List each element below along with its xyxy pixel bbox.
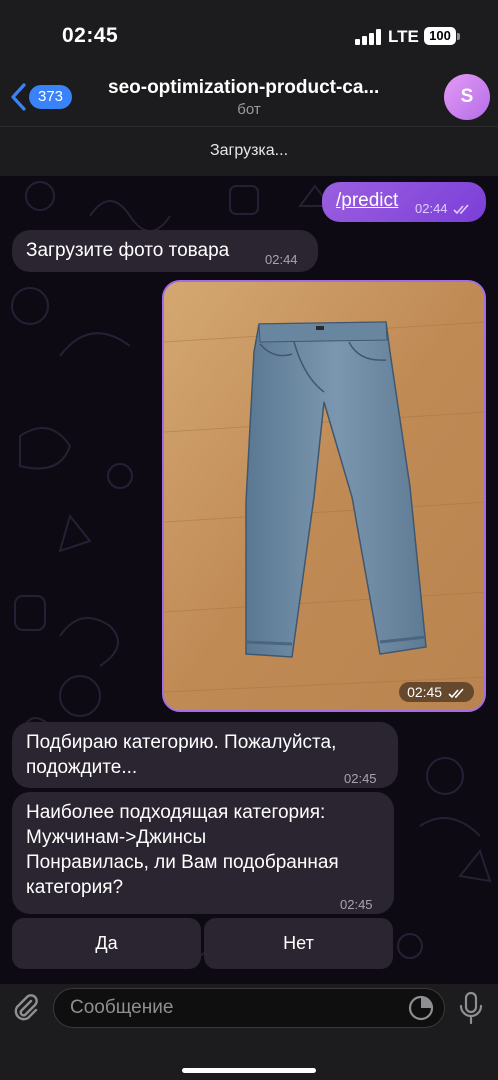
message-line: категория?: [26, 877, 124, 898]
home-indicator: [182, 1068, 316, 1073]
signal-icon: [355, 29, 381, 45]
chat-header: 02:45 LTE 100 373 seo-optimization-produ…: [0, 0, 498, 176]
jeans-photo: [164, 282, 484, 710]
photo-message[interactable]: 02:45: [162, 280, 486, 712]
input-bar: [0, 984, 498, 1080]
double-check-icon: [453, 204, 469, 215]
time-text: 02:44: [415, 201, 448, 216]
message-incoming[interactable]: Загрузите фото товара 02:44: [12, 230, 318, 272]
message-text: Наиболее подходящая категория: Мужчинам-…: [26, 800, 339, 900]
message-line: Подбираю категорию. Пожалуйста,: [26, 732, 337, 753]
message-time: 02:45: [344, 771, 377, 786]
reply-button-yes[interactable]: Да: [12, 918, 201, 969]
message-line: подождите...: [26, 757, 138, 778]
message-line: Мужчинам->Джинсы: [26, 827, 207, 848]
loading-status: Загрузка...: [0, 126, 498, 176]
chat-area[interactable]: /predict 02:44 Загрузите фото товара 02:…: [0, 176, 498, 984]
command-link[interactable]: /predict: [336, 188, 398, 213]
battery-icon: 100: [424, 27, 456, 45]
nav-bar: 373 seo-optimization-product-ca... бот S: [0, 70, 498, 126]
double-check-icon: [448, 688, 464, 698]
message-text: Загрузите фото товара: [26, 240, 230, 261]
message-line: Понравилась, ли Вам подобранная: [26, 852, 339, 873]
chat-subtitle: бот: [237, 101, 261, 118]
message-line: Наиболее подходящая категория:: [26, 802, 326, 823]
message-time: 02:44: [265, 252, 298, 267]
message-time: 02:45: [340, 897, 373, 912]
battery-tip: [457, 33, 460, 40]
reply-button-no[interactable]: Нет: [204, 918, 393, 969]
photo-time: 02:45: [399, 682, 474, 702]
microphone-icon[interactable]: [457, 991, 485, 1025]
paperclip-icon[interactable]: [10, 992, 42, 1024]
chat-title[interactable]: seo-optimization-product-ca...: [108, 77, 428, 99]
message-outgoing[interactable]: /predict 02:44: [322, 182, 486, 222]
status-bar: 02:45 LTE 100: [0, 0, 498, 70]
time-text: 02:45: [407, 684, 443, 700]
message-input[interactable]: [53, 988, 445, 1028]
status-time: 02:45: [62, 24, 119, 47]
sticker-icon[interactable]: [408, 995, 434, 1021]
message-time: 02:44: [415, 196, 471, 221]
network-type: LTE: [388, 27, 419, 46]
message-text: Подбираю категорию. Пожалуйста, подождит…: [26, 730, 336, 780]
avatar[interactable]: S: [444, 74, 490, 120]
message-incoming[interactable]: Подбираю категорию. Пожалуйста, подождит…: [12, 722, 398, 788]
message-incoming[interactable]: Наиболее подходящая категория: Мужчинам-…: [12, 792, 394, 914]
battery-level: 100: [429, 28, 451, 43]
